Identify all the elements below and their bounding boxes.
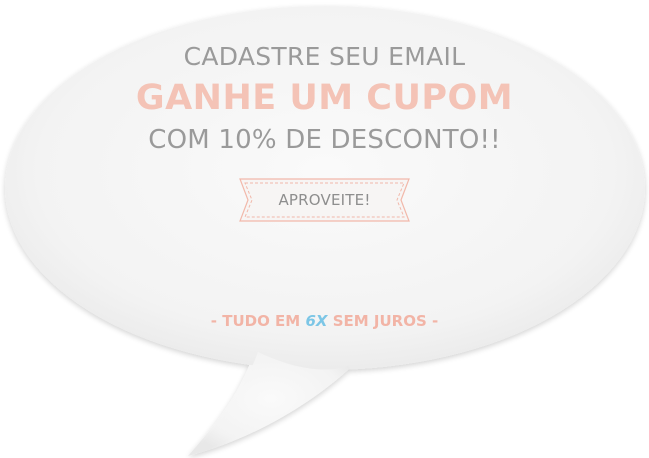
aproveite-button[interactable]: APROVEITE!	[239, 178, 410, 222]
installments-note: - TUDO EM 6X SEM JUROS -	[0, 312, 649, 330]
headline-discount: COM 10% DE DESCONTO!!	[148, 125, 501, 155]
promo-popup: CADASTRE SEU EMAIL GANHE UM CUPOM COM 10…	[0, 0, 649, 458]
installments-prefix: - TUDO EM	[210, 312, 306, 330]
aproveite-label: APROVEITE!	[278, 191, 371, 209]
installments-suffix: SEM JUROS -	[327, 312, 439, 330]
headline-coupon: GANHE UM CUPOM	[135, 78, 514, 118]
headline-signup: CADASTRE SEU EMAIL	[183, 42, 466, 71]
installments-highlight: 6X	[305, 312, 328, 330]
